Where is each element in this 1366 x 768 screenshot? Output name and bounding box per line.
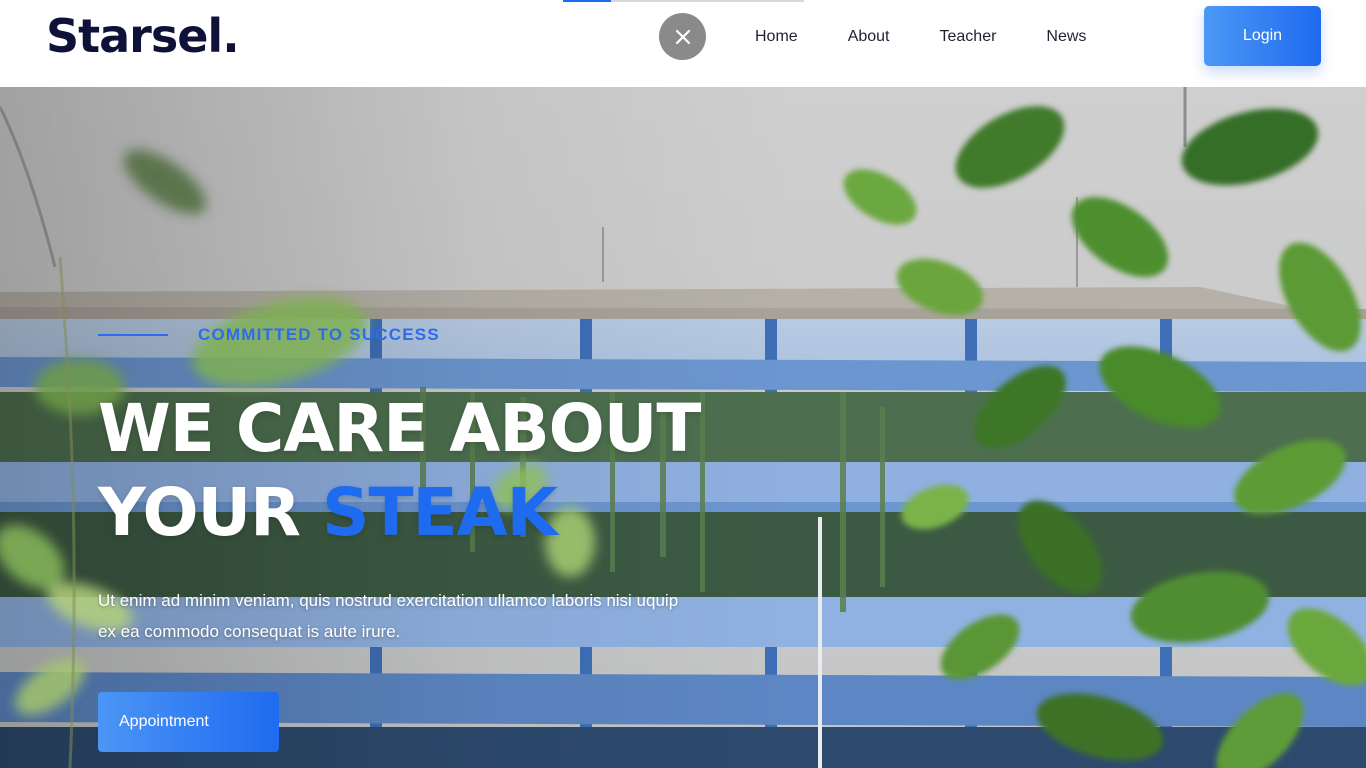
- hero-section: COMMITTED TO SUCCESS WE CARE ABOUT YOUR …: [0, 87, 1366, 768]
- nav-about[interactable]: About: [823, 28, 915, 46]
- hero-content: COMMITTED TO SUCCESS WE CARE ABOUT YOUR …: [98, 87, 798, 768]
- hero-headline: WE CARE ABOUT YOUR STEAK: [98, 387, 701, 555]
- main-nav: Home About Teacher News: [730, 0, 1111, 74]
- eyebrow-line: [98, 334, 168, 336]
- headline-accent-word: STEAK: [321, 474, 558, 551]
- headline-line-1: WE CARE ABOUT: [98, 390, 701, 467]
- headline-line-2: YOUR: [98, 474, 322, 551]
- eyebrow-text: COMMITTED TO SUCCESS: [198, 325, 440, 344]
- close-icon: [675, 29, 690, 44]
- hero-description: Ut enim ad minim veniam, quis nostrud ex…: [98, 591, 679, 641]
- appointment-button[interactable]: Appointment: [98, 692, 279, 752]
- hero-eyebrow: COMMITTED TO SUCCESS: [98, 325, 440, 345]
- nav-home[interactable]: Home: [730, 28, 823, 46]
- site-logo[interactable]: Starsel.: [46, 6, 240, 66]
- nav-news[interactable]: News: [1021, 28, 1111, 46]
- slider-progress-fill: [563, 0, 612, 2]
- close-button[interactable]: [659, 13, 706, 60]
- site-header: Starsel. Home About Teacher News Login: [0, 0, 1366, 87]
- nav-teacher[interactable]: Teacher: [915, 28, 1022, 46]
- login-button[interactable]: Login: [1204, 6, 1321, 66]
